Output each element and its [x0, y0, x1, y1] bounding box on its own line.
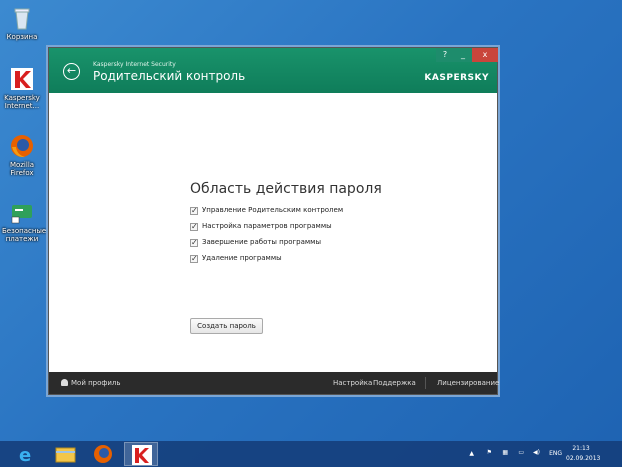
taskbar-explorer[interactable]: [48, 442, 82, 466]
kaspersky-icon: [132, 445, 152, 465]
create-password-button[interactable]: Создать пароль: [190, 318, 263, 334]
explorer-icon: [55, 447, 76, 463]
taskbar-ie[interactable]: e: [8, 442, 42, 466]
kaspersky-window: ← Kaspersky Internet Security Родительск…: [48, 47, 499, 395]
main-content: Область действия пароля ✓ Управление Роди…: [49, 93, 497, 372]
network-icon[interactable]: ▦: [502, 449, 508, 456]
flag-icon[interactable]: ⚑: [487, 449, 492, 456]
option-label: Завершение работы программы: [202, 238, 321, 246]
taskbar-firefox[interactable]: [86, 442, 120, 466]
window-footer: Мой профиль Настройка Поддержка Лицензир…: [49, 372, 499, 394]
desktop-icon-firefox[interactable]: Mozilla Firefox: [2, 133, 42, 177]
user-icon: [61, 379, 68, 386]
desktop-icon-label: Kaspersky Internet...: [4, 94, 40, 110]
kaspersky-icon: [9, 66, 35, 92]
checkbox-checked-icon[interactable]: ✓: [190, 207, 198, 215]
volume-icon[interactable]: ◀): [533, 449, 540, 456]
settings-link[interactable]: Настройка: [333, 379, 372, 387]
option-label: Настройка параметров программы: [202, 222, 332, 230]
taskbar-kaspersky[interactable]: [124, 442, 158, 466]
my-profile-link[interactable]: Мой профиль: [61, 379, 121, 387]
clock-time[interactable]: 21:13: [566, 445, 596, 452]
option-parental-control[interactable]: ✓ Управление Родительским контролем: [190, 206, 343, 215]
power-icon[interactable]: ▭: [518, 449, 524, 456]
checkbox-checked-icon[interactable]: ✓: [190, 223, 198, 231]
checkbox-checked-icon[interactable]: ✓: [190, 239, 198, 247]
my-profile-label: Мой профиль: [71, 379, 121, 387]
ie-icon: e: [19, 445, 31, 466]
option-label: Удаление программы: [202, 254, 282, 262]
taskbar: e ▲ ⚑ ▦ ▭ ◀) ENG 21:13 02.09.2013: [0, 441, 622, 467]
option-uninstall[interactable]: ✓ Удаление программы: [190, 254, 282, 263]
minimize-button[interactable]: _: [454, 48, 472, 62]
desktop-icon-label: Корзина: [6, 33, 38, 41]
desktop-icon-label: Mozilla Firefox: [9, 161, 35, 177]
desktop-icon-kaspersky[interactable]: Kaspersky Internet...: [2, 66, 42, 110]
back-button[interactable]: ←: [63, 63, 80, 80]
option-exit-app[interactable]: ✓ Завершение работы программы: [190, 238, 321, 247]
firefox-icon: [9, 133, 35, 159]
kaspersky-logo: KASPERSKY: [424, 73, 489, 83]
firefox-icon: [94, 445, 112, 463]
support-link[interactable]: Поддержка: [373, 379, 416, 387]
licensing-link[interactable]: Лицензирование: [437, 379, 499, 387]
close-button[interactable]: x: [472, 48, 498, 62]
recycle-bin-icon: [9, 5, 35, 31]
option-label: Управление Родительским контролем: [202, 206, 344, 214]
app-name: Kaspersky Internet Security: [93, 61, 176, 68]
option-app-settings[interactable]: ✓ Настройка параметров программы: [190, 222, 332, 231]
safe-money-icon: [9, 199, 35, 225]
tray-arrow-icon[interactable]: ▲: [469, 450, 474, 457]
language-indicator[interactable]: ENG: [549, 450, 562, 457]
desktop-icon-safe-money[interactable]: Безопасные платежи: [2, 199, 47, 243]
checkbox-checked-icon[interactable]: ✓: [190, 255, 198, 263]
page-title: Родительский контроль: [93, 69, 246, 83]
svg-text:e: e: [19, 445, 31, 466]
footer-divider: [425, 377, 426, 389]
clock-date[interactable]: 02.09.2013: [566, 455, 600, 462]
window-titlebar[interactable]: ← Kaspersky Internet Security Родительск…: [49, 48, 498, 93]
desktop-icon-label: Безопасные платежи: [2, 227, 47, 243]
desktop-icon-recycle-bin[interactable]: Корзина: [2, 5, 42, 41]
section-title: Область действия пароля: [190, 181, 382, 197]
help-button[interactable]: ?: [436, 48, 454, 62]
